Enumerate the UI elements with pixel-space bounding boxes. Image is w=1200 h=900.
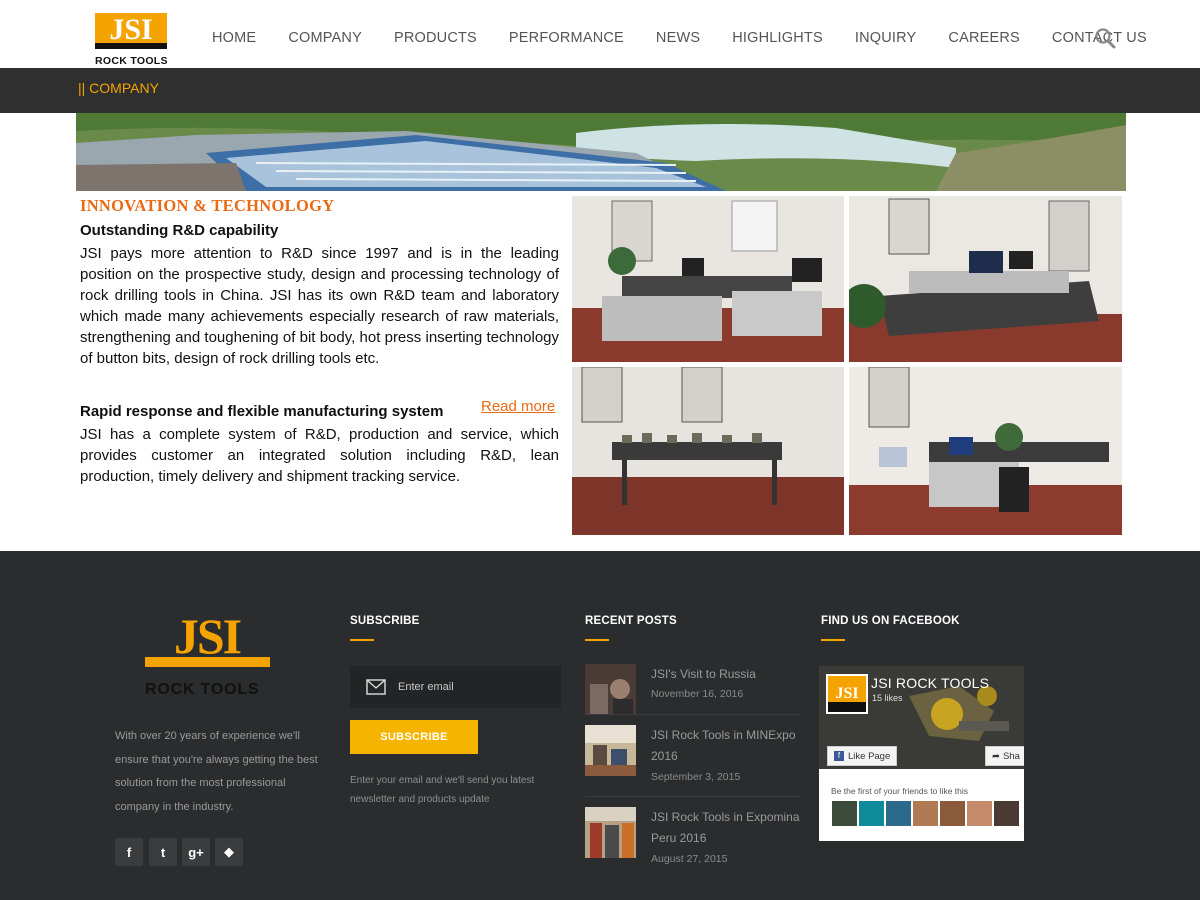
friend-avatar[interactable] xyxy=(832,801,857,826)
share-arrow-icon: ➦ xyxy=(992,750,1000,762)
lab-photo-2 xyxy=(849,196,1122,362)
svg-text:JSI: JSI xyxy=(109,13,152,46)
recent-post-2[interactable]: JSI Rock Tools in MINExpo 2016 September… xyxy=(585,725,800,787)
rnd-capability-title: Outstanding R&D capability xyxy=(80,222,279,239)
logo-caption: ROCK TOOLS xyxy=(95,55,168,67)
twitter-icon[interactable]: t xyxy=(149,838,177,866)
facebook-icon[interactable]: f xyxy=(115,838,143,866)
nav-performance[interactable]: PERFORMANCE xyxy=(509,30,624,46)
rnd-capability-text: JSI pays more attention to R&D since 199… xyxy=(80,245,559,367)
nav-careers[interactable]: CAREERS xyxy=(948,30,1020,46)
friend-avatar[interactable] xyxy=(859,801,884,826)
google-plus-icon[interactable]: g+ xyxy=(182,838,210,866)
nav-company[interactable]: COMPANY xyxy=(288,30,362,46)
friend-avatar[interactable] xyxy=(940,801,965,826)
search-icon[interactable] xyxy=(1094,27,1116,49)
post-thumbnail xyxy=(585,807,636,858)
lab-photo-4 xyxy=(849,367,1122,535)
facebook-f-icon: f xyxy=(834,751,844,761)
post-thumbnail xyxy=(585,664,636,715)
friend-avatar[interactable] xyxy=(913,801,938,826)
post-date: November 16, 2016 xyxy=(651,688,744,700)
footer-logo[interactable]: JSI ROCK TOOLS xyxy=(145,608,270,701)
post-divider xyxy=(585,796,800,797)
recent-posts-heading: RECENT POSTS xyxy=(585,615,677,627)
post-date: August 27, 2015 xyxy=(651,853,728,865)
breadcrumb[interactable]: || COMPANY xyxy=(78,80,159,96)
post-title[interactable]: JSI's Visit to Russia xyxy=(651,664,801,685)
lab-photo-3 xyxy=(572,367,844,535)
friend-avatar[interactable] xyxy=(886,801,911,826)
subscribe-note: Enter your email and we'll send you late… xyxy=(350,775,535,805)
post-thumbnail xyxy=(585,725,636,776)
share-label: Sha xyxy=(1002,750,1020,762)
facebook-likes-count: 15 likes xyxy=(872,693,903,703)
lab-photo-grid xyxy=(572,196,1122,535)
facebook-page-name[interactable]: JSI ROCK TOOLS xyxy=(871,675,989,691)
facebook-page-avatar: JSI xyxy=(826,674,868,714)
manufacturing-system-text: JSI has a complete system of R&D, produc… xyxy=(80,426,559,485)
subscribe-button[interactable]: SUBSCRIBE xyxy=(350,720,478,754)
facebook-like-button[interactable]: f Like Page xyxy=(827,746,898,766)
recent-post-1[interactable]: JSI's Visit to Russia November 16, 2016 xyxy=(585,664,800,726)
nav-home[interactable]: HOME xyxy=(212,30,256,46)
email-field-wrapper xyxy=(350,666,561,708)
nav-highlights[interactable]: HIGHLIGHTS xyxy=(732,30,823,46)
friend-avatar[interactable] xyxy=(967,801,992,826)
friend-avatar[interactable] xyxy=(994,801,1019,826)
facebook-friends-text: Be the first of your friends to like thi… xyxy=(831,786,969,796)
svg-text:JSI: JSI xyxy=(835,685,858,702)
post-title[interactable]: JSI Rock Tools in Expomina Peru 2016 xyxy=(651,807,801,849)
footer-logo-mark: JSI xyxy=(145,608,270,667)
jsi-logo[interactable]: JSI ROCK TOOLS xyxy=(95,13,169,69)
subscribe-heading: SUBSCRIBE xyxy=(350,615,420,627)
recent-posts-heading-underline xyxy=(585,639,609,641)
site-header: JSI ROCK TOOLS HOME COMPANY PRODUCTS PER… xyxy=(0,0,1200,68)
post-divider xyxy=(585,714,800,715)
recent-post-3[interactable]: JSI Rock Tools in Expomina Peru 2016 Aug… xyxy=(585,807,800,869)
read-more-link[interactable]: Read more xyxy=(481,398,555,415)
email-field[interactable] xyxy=(398,666,553,708)
svg-text:JSI: JSI xyxy=(174,611,241,664)
facebook-heading-underline xyxy=(821,639,845,641)
nav-news[interactable]: NEWS xyxy=(656,30,700,46)
envelope-icon xyxy=(366,679,386,695)
facebook-heading: FIND US ON FACEBOOK xyxy=(821,615,960,627)
section-title: INNOVATION & TECHNOLOGY xyxy=(80,196,335,215)
apple-icon[interactable]: ◆ xyxy=(215,838,243,866)
nav-products[interactable]: PRODUCTS xyxy=(394,30,477,46)
facebook-widget[interactable]: JSI JSI ROCK TOOLS 15 likes f Like Page … xyxy=(819,666,1024,841)
main-nav: HOME COMPANY PRODUCTS PERFORMANCE NEWS H… xyxy=(212,22,1179,54)
logo-mark: JSI xyxy=(95,13,167,49)
manufacturing-system-title: Rapid response and flexible manufacturin… xyxy=(80,403,444,420)
like-page-label: Like Page xyxy=(848,750,891,762)
post-title[interactable]: JSI Rock Tools in MINExpo 2016 xyxy=(651,725,801,767)
lab-photo-1 xyxy=(572,196,844,362)
post-date: September 3, 2015 xyxy=(651,771,741,783)
breadcrumb-bar: || COMPANY xyxy=(0,68,1200,113)
footer-about-text: With over 20 years of experience we'll e… xyxy=(115,730,318,813)
facebook-share-button[interactable]: ➦ Sha xyxy=(985,746,1024,766)
factory-banner-image xyxy=(76,113,1126,191)
nav-inquiry[interactable]: INQUIRY xyxy=(855,30,917,46)
footer-logo-caption: ROCK TOOLS xyxy=(145,681,260,698)
subscribe-heading-underline xyxy=(350,639,374,641)
